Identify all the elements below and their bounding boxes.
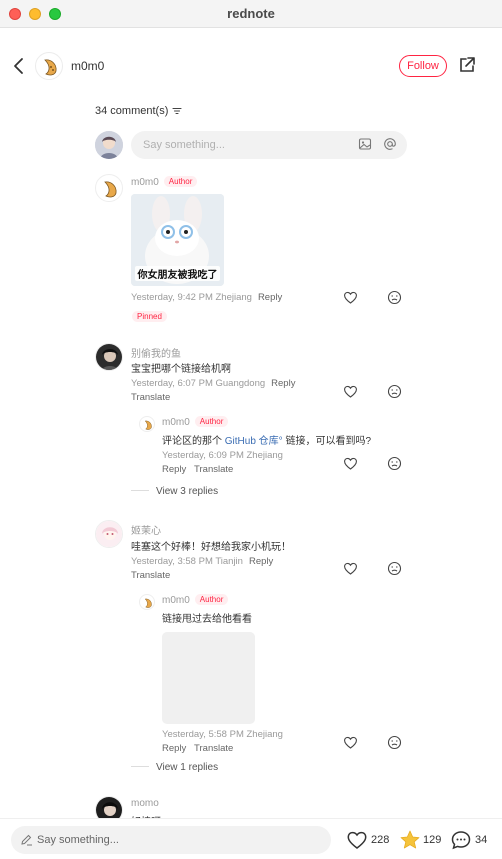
commenter-name[interactable]: 别偷我的鱼 [131,345,181,360]
translate-button[interactable]: Translate [194,743,233,754]
bottom-bar: Say something... 228 129 34 [0,818,502,859]
reply-image[interactable] [162,632,255,724]
dislike-icon[interactable] [387,735,402,750]
dislike-icon[interactable] [387,384,402,399]
comment-count: 34 comment(s) [95,105,182,117]
heart-icon[interactable] [343,735,358,750]
reply-avatar[interactable] [139,416,155,432]
heart-icon[interactable] [343,290,358,305]
reply-button[interactable]: Reply [258,292,282,303]
translate-button[interactable]: Translate [194,464,233,475]
commenter-name[interactable]: momo [131,798,159,809]
reply-meta: Yesterday, 6:09 PM Zhejiang [162,450,283,461]
commenter-avatar[interactable] [95,343,123,371]
reply-meta: Yesterday, 5:58 PM Zhejiang [162,729,283,740]
window-titlebar: rednote [0,0,502,28]
bottom-input-placeholder: Say something... [37,834,119,846]
github-repo-link[interactable]: GitHub 仓库° [225,436,283,447]
reply-button[interactable]: Reply [249,556,273,567]
view-replies-button[interactable]: View 1 replies [131,762,218,773]
author-name[interactable]: m0m0 [71,59,104,73]
filter-icon[interactable] [172,107,182,115]
comment-time-location: Yesterday, 9:42 PM Zhejiang [131,292,252,303]
commenter-avatar[interactable] [95,174,123,202]
image-icon[interactable] [358,137,372,151]
bottom-comment-input[interactable]: Say something... [11,826,331,854]
mention-icon[interactable] [383,137,397,151]
comments-count: 34 [475,834,488,846]
author-badge: Author [194,594,229,605]
reply-text: 评论区的那个 GitHub 仓库° 链接，可以看到吗? [162,432,371,447]
reply-author-text[interactable]: m0m0 [162,595,190,606]
heart-icon[interactable] [343,561,358,576]
dislike-icon[interactable] [387,290,402,305]
comment-time-location: Yesterday, 6:07 PM Guangdong [131,378,266,389]
share-icon[interactable] [458,56,476,74]
reply-button[interactable]: Reply [271,378,295,389]
dislike-icon[interactable] [387,456,402,471]
comment-icon[interactable] [450,829,472,851]
author-avatar[interactable] [35,52,63,80]
reply-text: 链接甩过去给他看看 [162,614,252,625]
author-badge: Author [163,176,198,187]
reply-actions: Reply Translate [162,743,233,754]
comment-text: 哇塞这个好棒！好想给我家小机玩！ [131,542,291,553]
post-header: m0m0 Follow [0,28,502,104]
back-icon[interactable] [10,56,28,76]
reply-author-name[interactable]: m0m0 Author [162,594,229,606]
follow-button[interactable]: Follow [399,55,447,77]
commenter-name[interactable]: 姬茉心 [131,522,161,537]
comment-meta: Yesterday, 9:42 PM Zhejiang Reply [131,292,282,303]
heart-icon[interactable] [346,829,368,851]
window-title: rednote [227,6,275,21]
reply-text-part: 链接，可以看到吗? [282,436,372,447]
reply-avatar[interactable] [139,594,155,610]
translate-button[interactable]: Translate [131,570,170,581]
likes-count: 228 [371,834,390,846]
sticker-caption: 你女朋友被我吃了 [135,266,220,281]
reply-actions: Reply Translate [162,464,233,475]
view-replies-button[interactable]: View 3 replies [131,486,218,497]
sticker-image[interactable]: 你女朋友被我吃了 [131,194,224,286]
commenter-avatar[interactable] [95,520,123,548]
reply-author-text[interactable]: m0m0 [162,417,190,428]
translate-button[interactable]: Translate [131,392,170,403]
pencil-icon [21,834,32,846]
heart-icon[interactable] [343,384,358,399]
heart-icon[interactable] [343,456,358,471]
comment-time-location: Yesterday, 3:58 PM Tianjin [131,556,243,567]
pinned-badge: Pinned [132,311,167,322]
reply-button[interactable]: Reply [162,464,186,475]
stars-count: 129 [423,834,442,846]
star-icon[interactable] [399,829,421,851]
comment-text: 宝宝把哪个链接给机啊 [131,364,231,375]
reply-text-part: 评论区的那个 [162,436,222,447]
commenter-name[interactable]: m0m0 Author [131,176,198,188]
author-badge: Author [194,416,229,427]
comment-meta: Yesterday, 3:58 PM Tianjin Reply [131,556,273,567]
reply-author-name[interactable]: m0m0 Author [162,416,229,428]
reply-button[interactable]: Reply [162,743,186,754]
comment-meta: Yesterday, 6:07 PM Guangdong Reply [131,378,295,389]
commenter-name-text[interactable]: m0m0 [131,177,159,188]
comment-count-label: 34 comment(s) [95,105,169,117]
my-avatar [95,131,123,159]
dislike-icon[interactable] [387,561,402,576]
